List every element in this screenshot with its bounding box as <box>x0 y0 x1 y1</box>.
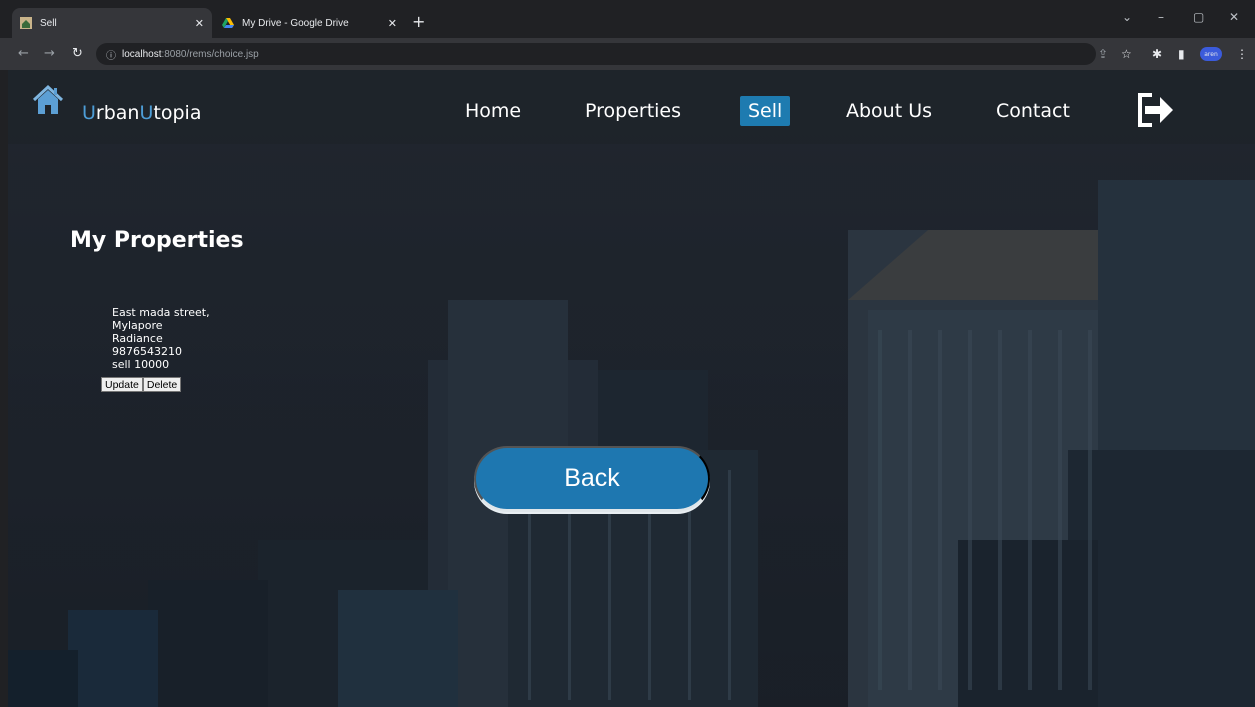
tab-sell[interactable]: Sell ✕ <box>12 8 212 38</box>
info-icon[interactable]: ⓘ <box>106 47 116 62</box>
page-viewport: UrbanUtopia Home Properties Sell About U… <box>8 70 1255 707</box>
brand-part-2: topia <box>153 102 202 124</box>
tab-title: My Drive - Google Drive <box>242 17 349 29</box>
tab-search-chevron-icon[interactable]: ⌄ <box>1122 10 1132 24</box>
share-icon[interactable]: ⇪ <box>1098 47 1108 61</box>
close-tab-icon[interactable]: ✕ <box>195 17 204 30</box>
page-title: My Properties <box>70 228 244 253</box>
new-tab-icon[interactable]: + <box>412 12 425 31</box>
browser-tab-bar: Sell ✕ My Drive - Google Drive ✕ + ⌄ – ▢… <box>0 0 1255 38</box>
back-arrow-icon[interactable]: ← <box>18 46 29 61</box>
site-navbar: UrbanUtopia Home Properties Sell About U… <box>8 70 1255 144</box>
brand-initial-1: U <box>82 102 96 124</box>
reload-icon[interactable]: ↻ <box>72 46 83 61</box>
nav-link-properties[interactable]: Properties <box>585 100 681 122</box>
property-phone: 9876543210 <box>112 345 182 358</box>
minimize-icon[interactable]: – <box>1158 10 1164 24</box>
brand-name[interactable]: UrbanUtopia <box>82 102 201 124</box>
delete-button[interactable]: Delete <box>142 377 182 392</box>
close-tab-icon[interactable]: ✕ <box>388 17 397 30</box>
maximize-icon[interactable]: ▢ <box>1193 10 1204 24</box>
nav-link-contact[interactable]: Contact <box>996 100 1070 122</box>
city-skyline-background <box>8 180 1255 707</box>
profile-avatar[interactable]: aren <box>1200 47 1222 61</box>
nav-link-sell[interactable]: Sell <box>740 96 791 126</box>
tab-title: Sell <box>40 17 57 29</box>
house-favicon-icon <box>20 17 32 29</box>
home-logo-icon[interactable] <box>32 84 64 116</box>
brand-part-1: rban <box>95 102 140 124</box>
property-name: Radiance <box>112 332 163 345</box>
back-button[interactable]: Back <box>474 446 710 512</box>
brand-initial-2: U <box>139 102 154 124</box>
side-panel-icon[interactable]: ▮ <box>1178 47 1185 61</box>
extensions-puzzle-icon[interactable]: ✱ <box>1152 47 1162 61</box>
property-address-line: East mada street, <box>112 306 210 319</box>
property-actions: Update Delete <box>101 377 182 392</box>
logout-arrow-icon[interactable] <box>1136 92 1176 128</box>
bookmark-star-icon[interactable]: ☆ <box>1121 47 1132 61</box>
update-button[interactable]: Update <box>101 377 143 392</box>
url-path: :8080/rems/choice.jsp <box>161 48 259 60</box>
nav-link-about-us[interactable]: About Us <box>846 100 932 122</box>
close-window-icon[interactable]: ✕ <box>1229 10 1239 24</box>
google-drive-icon <box>222 18 234 28</box>
property-listing-type-price: sell 10000 <box>112 358 170 371</box>
property-locality: Mylapore <box>112 319 163 332</box>
property-card: East mada street, Mylapore Radiance 9876… <box>112 306 210 371</box>
address-toolbar: ← → ↻ ⓘ localhost:8080/rems/choice.jsp ⇪… <box>0 38 1255 70</box>
tab-google-drive[interactable]: My Drive - Google Drive ✕ <box>212 8 407 38</box>
url-host: localhost <box>122 48 162 60</box>
nav-link-home[interactable]: Home <box>465 100 521 122</box>
forward-arrow-icon[interactable]: → <box>44 46 55 61</box>
address-bar[interactable]: ⓘ localhost:8080/rems/choice.jsp <box>96 43 1096 65</box>
menu-kebab-icon[interactable]: ⋮ <box>1236 47 1248 61</box>
